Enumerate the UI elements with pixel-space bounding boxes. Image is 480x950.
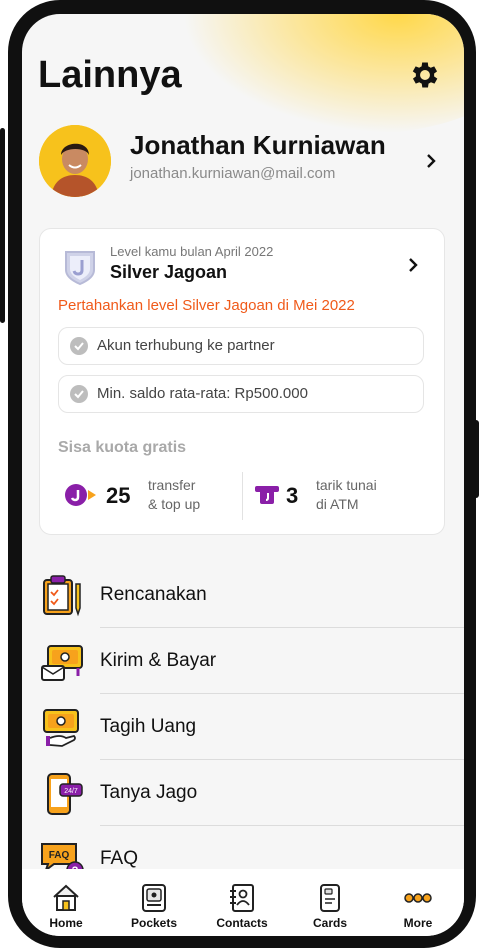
tab-label: Cards (312, 916, 347, 930)
profile-name: Jonathan Kurniawan (130, 130, 386, 160)
svg-text:FAQ: FAQ (49, 850, 70, 861)
transfer-quota-label: transfer & top up (148, 476, 200, 514)
menu-item-kirim-bayar[interactable]: Kirim & Bayar (22, 628, 464, 694)
avatar[interactable] (39, 125, 111, 197)
requirement-label: Akun terhubung ke partner (97, 337, 275, 354)
atm-quota-label: tarik tunai di ATM (316, 476, 377, 514)
transfer-label-line2: & top up (148, 496, 201, 512)
request-money-icon (43, 709, 79, 747)
chevron-right-icon[interactable] (406, 258, 420, 272)
home-icon (53, 884, 79, 911)
contacts-icon (230, 884, 254, 912)
tab-more[interactable]: More (374, 869, 462, 936)
level-card: Level kamu bulan April 2022 Silver Jagoa… (39, 228, 445, 535)
tab-label: More (403, 916, 433, 930)
tab-label: Contacts (216, 916, 268, 930)
menu-item-label: Kirim & Bayar (100, 650, 217, 671)
atm-label-line2: di ATM (316, 496, 359, 512)
tab-label: Home (49, 916, 83, 930)
menu-item-label: Tanya Jago (100, 782, 198, 803)
maintain-level-text: Pertahankan level Silver Jagoan di Mei 2… (58, 297, 355, 314)
menu-item-label: Rencanakan (100, 584, 207, 605)
menu-item-label: Tagih Uang (100, 716, 197, 737)
screen: Lainnya Jonathan Kurniawan jonathan.kurn… (22, 14, 464, 936)
silver-badge-icon (65, 251, 95, 286)
quota-title: Sisa kuota gratis (58, 439, 187, 456)
page-title: Lainnya (38, 54, 182, 96)
tab-home[interactable]: Home (22, 869, 110, 936)
phone-support-icon: 24/7 (47, 773, 83, 815)
pockets-icon (142, 884, 166, 912)
phone-mockup: Lainnya Jonathan Kurniawan jonathan.kurn… (0, 0, 479, 948)
requirement-item: Min. saldo rata-rata: Rp500.000 (58, 375, 424, 413)
tab-pockets[interactable]: Pockets (110, 869, 198, 936)
side-button-left (0, 128, 5, 323)
svg-text:24/7: 24/7 (64, 788, 78, 795)
transfer-icon (65, 484, 96, 506)
clipboard-plan-icon (43, 575, 81, 617)
profile-email: jonathan.kurniawan@mail.com (130, 165, 336, 182)
cards-icon (320, 884, 340, 912)
menu-item-label: FAQ (100, 848, 139, 869)
atm-quota-count: 3 (286, 483, 299, 508)
requirement-item: Akun terhubung ke partner (58, 327, 424, 365)
menu-item-rencanakan[interactable]: Rencanakan (22, 562, 464, 628)
check-icon (70, 385, 88, 403)
menu-item-tagih-uang[interactable]: Tagih Uang (22, 694, 464, 760)
menu-item-tanya-jago[interactable]: 24/7 Tanya Jago (22, 760, 464, 826)
transfer-quota-count: 25 (106, 483, 131, 508)
more-icon (404, 893, 432, 903)
requirement-label: Min. saldo rata-rata: Rp500.000 (97, 385, 308, 402)
transfer-label-line1: transfer (148, 477, 196, 493)
tab-label: Pockets (130, 916, 178, 930)
check-icon (70, 337, 88, 355)
tab-contacts[interactable]: Contacts (198, 869, 286, 936)
level-name: Silver Jagoan (110, 262, 228, 282)
gear-icon[interactable] (408, 58, 442, 92)
quota-divider (242, 472, 243, 520)
atm-icon (255, 486, 279, 504)
atm-label-line1: tarik tunai (316, 477, 377, 493)
bottom-tab-bar: Home Pockets Contacts Cards More (22, 869, 464, 936)
send-money-icon (41, 645, 83, 681)
tab-cards[interactable]: Cards (286, 869, 374, 936)
chevron-right-icon[interactable] (424, 154, 438, 168)
level-caption: Level kamu bulan April 2022 (110, 244, 274, 259)
